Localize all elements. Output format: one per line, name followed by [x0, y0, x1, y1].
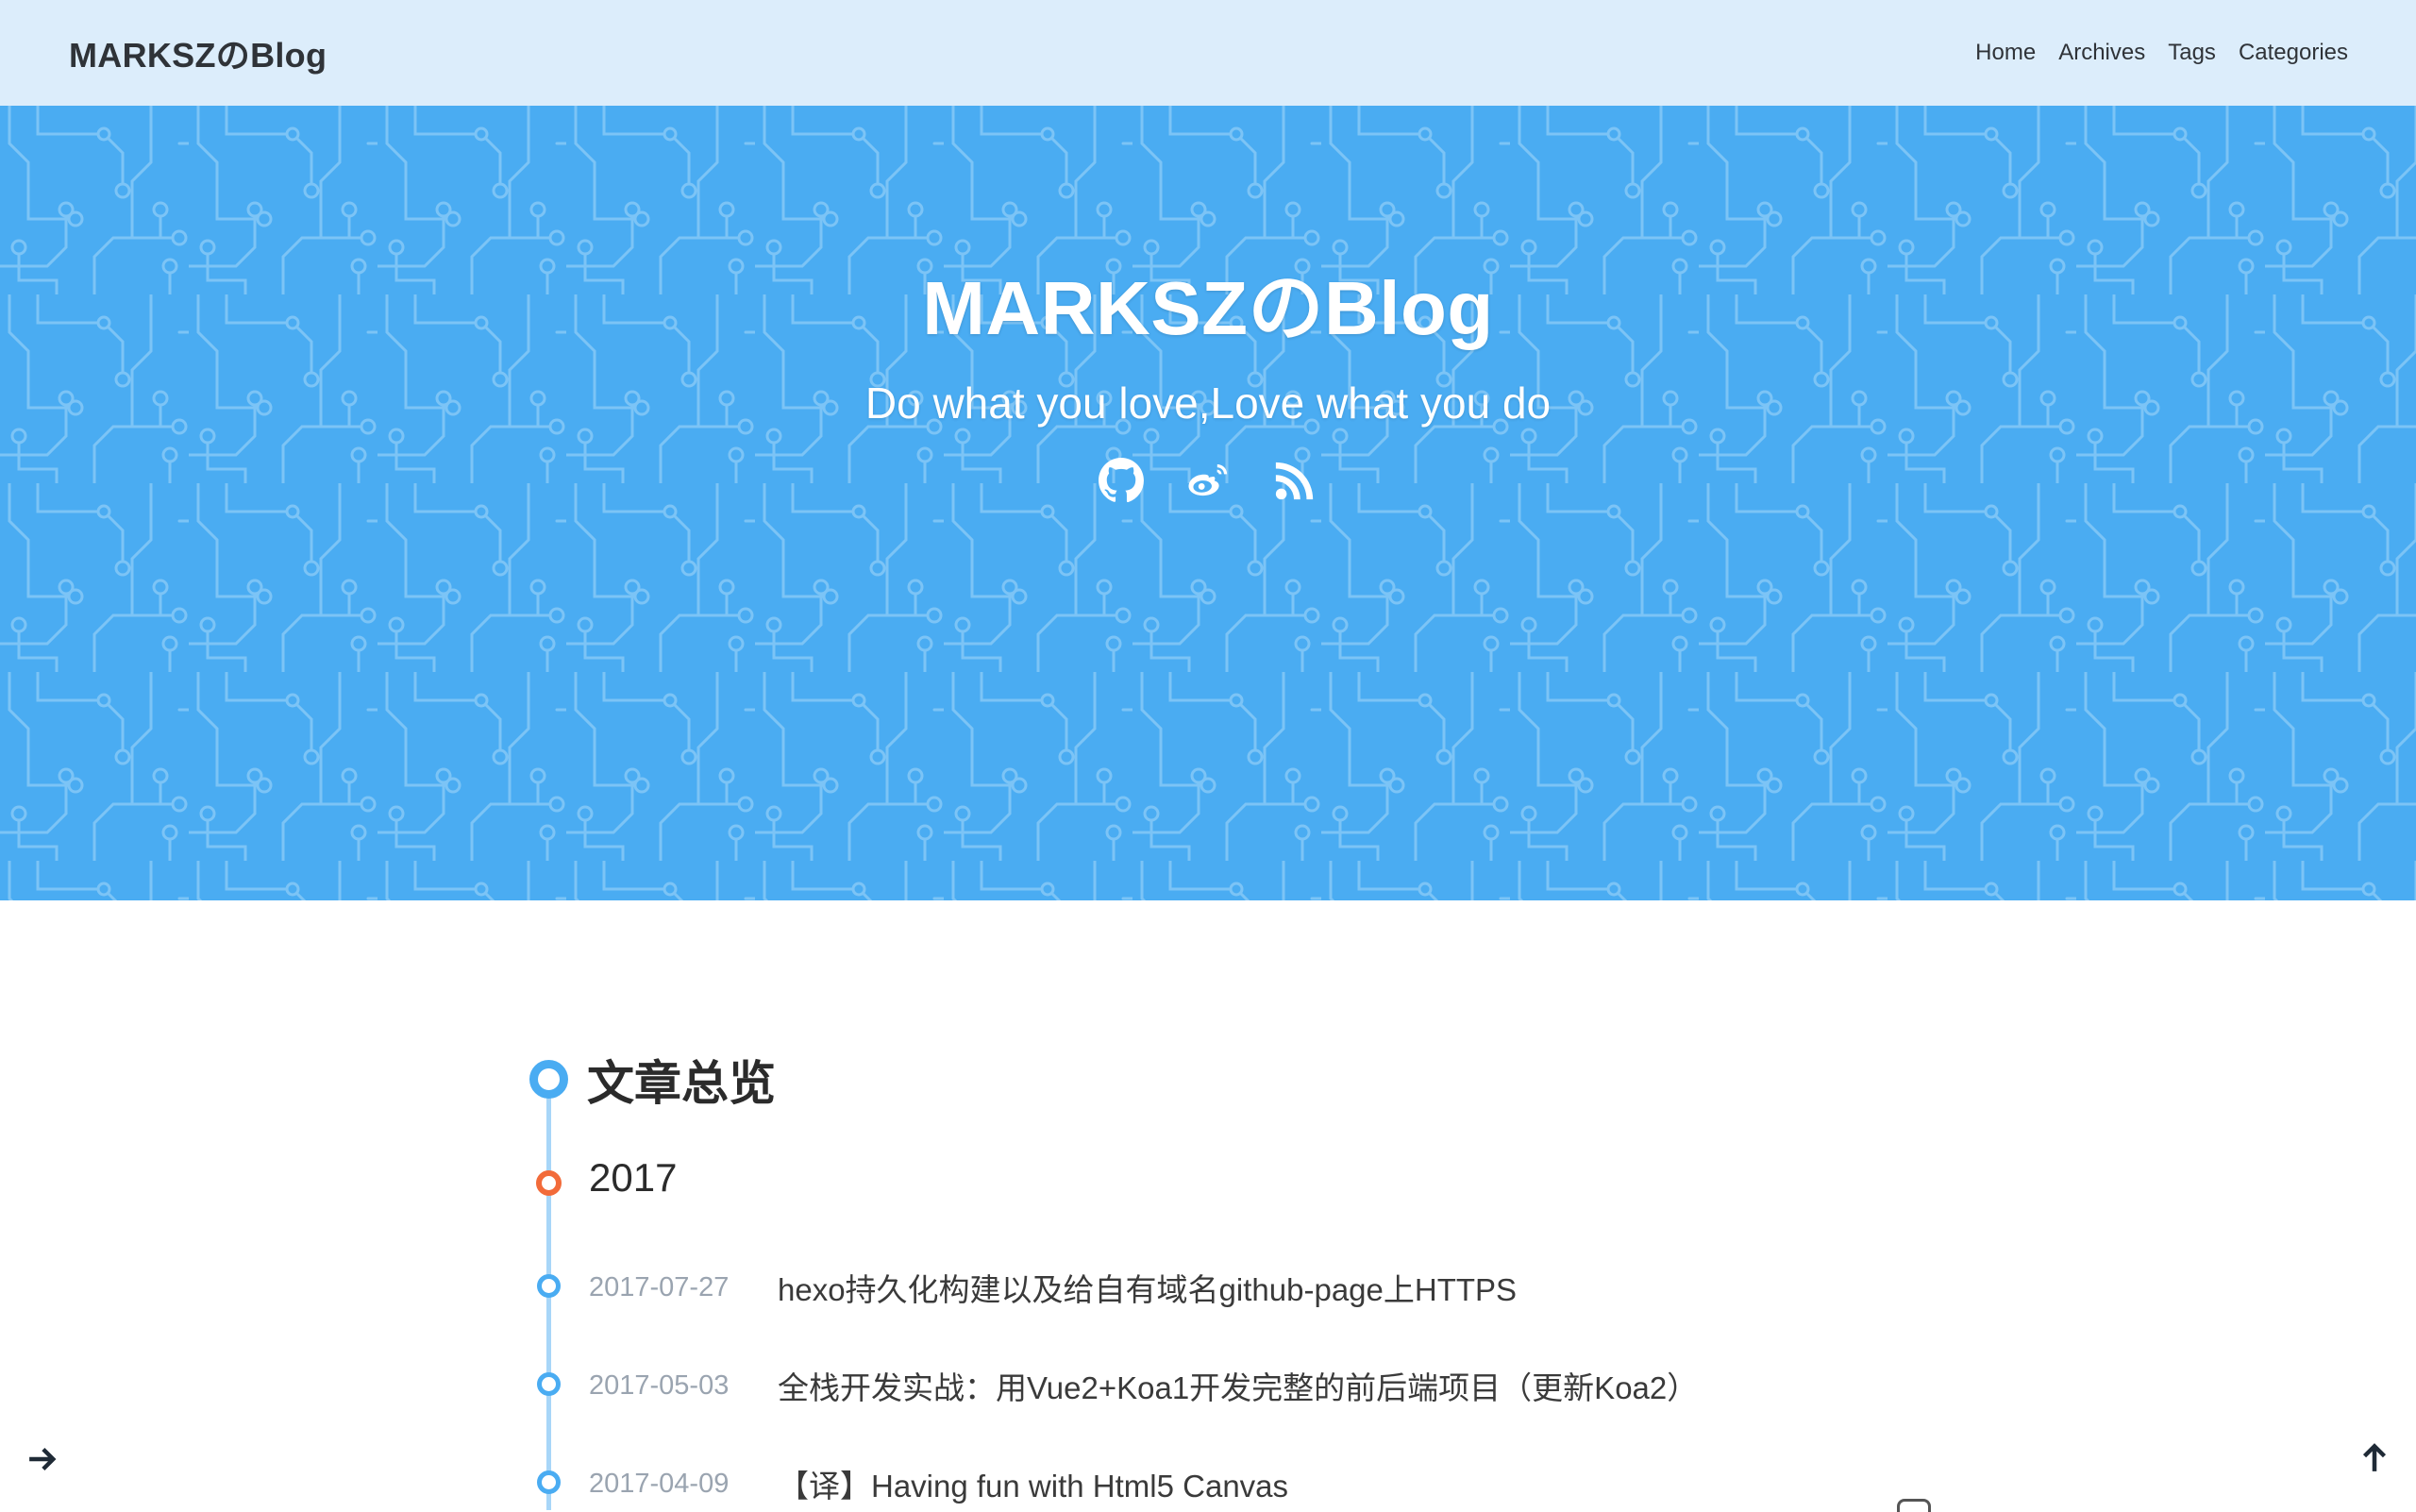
- sidebar-toggle-button[interactable]: [21, 1436, 66, 1482]
- hero-subtitle: Do what you love,Love what you do: [864, 378, 1552, 428]
- top-navbar: MARKSZのBlog Home Archives Tags Categorie…: [0, 0, 2416, 106]
- post-date: 2017-05-03: [589, 1369, 730, 1401]
- nav-link-home[interactable]: Home: [1975, 40, 2036, 66]
- timeline-post-node: [537, 1372, 561, 1396]
- post-date: 2017-07-27: [589, 1271, 730, 1302]
- timeline-post-node: [537, 1470, 561, 1494]
- post-title-link[interactable]: 【译】Having fun with Html5 Canvas: [778, 1461, 1288, 1506]
- post-date: 2017-04-09: [589, 1468, 730, 1499]
- nav-links: Home Archives Tags Categories: [1975, 40, 2348, 66]
- post-title-link[interactable]: 全栈开发实战：用Vue2+Koa1开发完整的前后端项目（更新Koa2）: [778, 1363, 1698, 1408]
- nav-link-categories[interactable]: Categories: [2239, 40, 2348, 66]
- back-to-top-button[interactable]: [2352, 1435, 2397, 1480]
- hero-banner: MARKSZのBlog Do what you love,Love what y…: [0, 106, 2416, 900]
- nav-link-archives[interactable]: Archives: [2058, 40, 2145, 66]
- arrow-up-icon: [2362, 1443, 2387, 1471]
- timeline-heading-node: [529, 1060, 568, 1099]
- hero-title: MARKSZのBlog: [922, 266, 1494, 350]
- hero-content: MARKSZのBlog Do what you love,Love what y…: [0, 247, 2416, 504]
- archive-timeline: 文章总览 2017 2017-07-27 hexo持久化构建以及给自有域名git…: [0, 900, 2416, 1510]
- nav-link-tags[interactable]: Tags: [2168, 40, 2216, 66]
- rss-icon[interactable]: [1271, 457, 1318, 504]
- timeline-post-node: [537, 1274, 561, 1298]
- timeline-year-node: [536, 1170, 562, 1196]
- social-links: [0, 457, 2416, 504]
- year-label: 2017: [589, 1155, 678, 1200]
- post-item: 2017-07-27 hexo持久化构建以及给自有域名github-page上H…: [589, 1265, 1517, 1310]
- post-item: 2017-05-03 全栈开发实战：用Vue2+Koa1开发完整的前后端项目（更…: [589, 1363, 1698, 1408]
- arrow-right-icon: [29, 1447, 57, 1471]
- site-brand[interactable]: MARKSZのBlog: [69, 28, 327, 77]
- github-icon[interactable]: [1098, 457, 1145, 504]
- post-title-link[interactable]: hexo持久化构建以及给自有域名github-page上HTTPS: [778, 1265, 1517, 1310]
- post-item: 2017-04-09 【译】Having fun with Html5 Canv…: [589, 1461, 1288, 1506]
- weibo-icon[interactable]: [1184, 457, 1232, 504]
- archive-heading: 文章总览: [587, 1057, 776, 1110]
